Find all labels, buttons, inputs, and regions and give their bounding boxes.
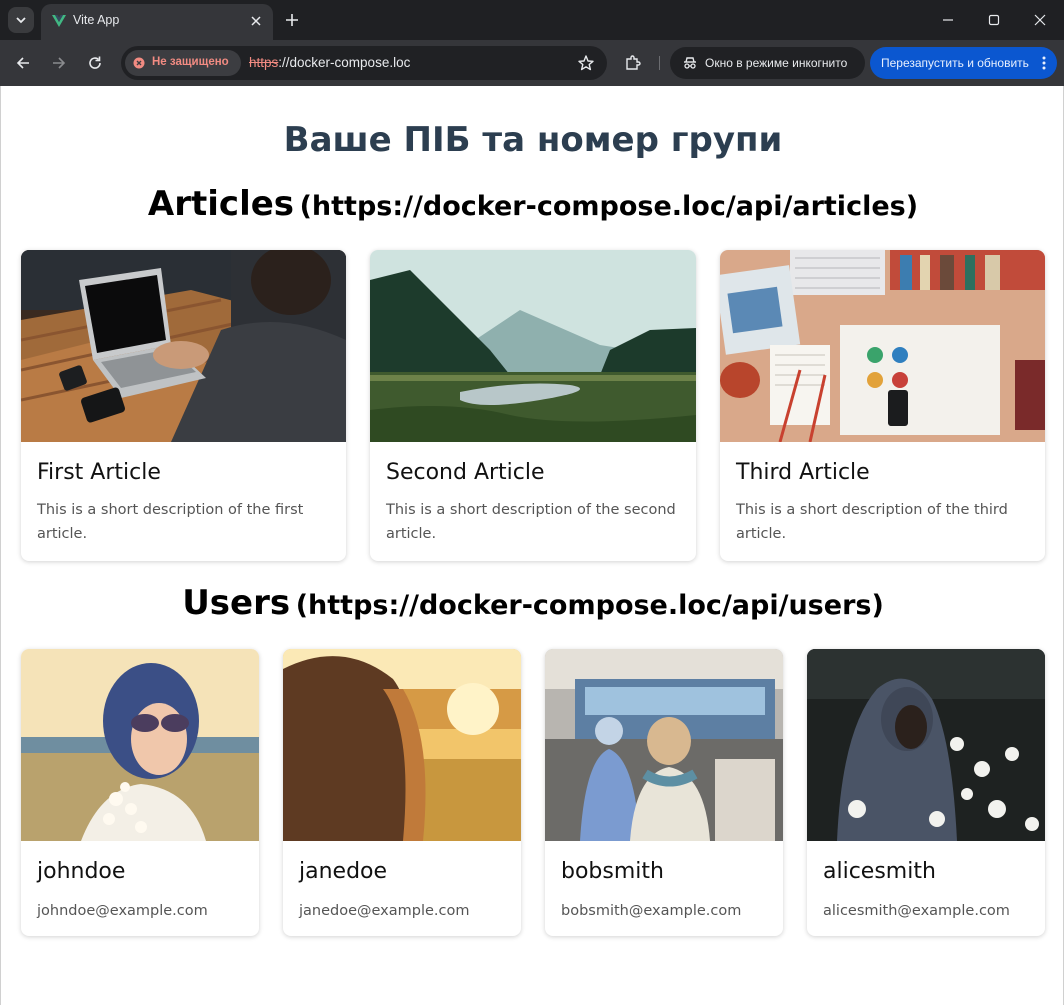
new-tab-plus-icon[interactable] (284, 12, 300, 28)
article-title: Second Article (386, 460, 545, 485)
page-viewport: Ваше ПІБ та номер групи Articles (https:… (0, 86, 1064, 1005)
maximize-icon[interactable] (986, 12, 1002, 28)
user-username: bobsmith (561, 859, 664, 884)
articles-section-heading: Articles (https://docker-compose.loc/api… (1, 184, 1064, 224)
url-text[interactable]: https://docker-compose.loc (249, 55, 410, 70)
article-image-desk (720, 250, 1045, 442)
relaunch-label: Перезапустить и обновить (881, 56, 1029, 70)
tab-search-button[interactable] (8, 7, 34, 33)
user-username: johndoe (37, 859, 126, 884)
user-avatar-bobsmith (545, 649, 783, 841)
extensions-puzzle-icon[interactable] (624, 54, 642, 72)
users-endpoint: (https://docker-compose.loc/api/users) (295, 590, 884, 621)
security-label: Не защищено (152, 56, 229, 68)
user-card[interactable]: johndoe johndoe@example.com (21, 649, 259, 936)
relaunch-update-button[interactable]: Перезапустить и обновить (870, 47, 1057, 79)
not-secure-icon (133, 57, 145, 69)
article-description: This is a short description of the third… (736, 502, 1008, 542)
forward-arrow-icon[interactable] (50, 54, 68, 72)
user-avatar-janedoe (283, 649, 521, 841)
active-tab[interactable]: Vite App (41, 4, 273, 40)
browser-toolbar: Не защищено https://docker-compose.loc О… (0, 40, 1064, 86)
user-username: alicesmith (823, 859, 936, 884)
close-tab-icon[interactable] (249, 14, 263, 28)
article-card[interactable]: Second Article This is a short descripti… (370, 250, 696, 561)
user-email: alicesmith@example.com (823, 903, 1010, 919)
back-arrow-icon[interactable] (14, 54, 32, 72)
articles-heading: Articles (147, 184, 295, 224)
incognito-indicator[interactable]: Окно в режиме инкогнито (670, 47, 865, 79)
user-avatar-johndoe (21, 649, 259, 841)
more-menu-icon[interactable] (1041, 55, 1047, 71)
incognito-icon (684, 57, 696, 69)
minimize-icon[interactable] (940, 12, 956, 28)
article-card[interactable]: First Article This is a short descriptio… (21, 250, 346, 561)
incognito-label: Окно в режиме инкогнито (705, 56, 848, 70)
articles-endpoint: (https://docker-compose.loc/api/articles… (299, 191, 919, 222)
tab-strip: Vite App (0, 0, 1064, 40)
security-chip[interactable]: Не защищено (125, 50, 241, 76)
user-email: bobsmith@example.com (561, 903, 742, 919)
users-heading: Users (182, 583, 291, 623)
users-section-heading: Users (https://docker-compose.loc/api/us… (1, 583, 1064, 623)
chevron-down-icon (16, 17, 26, 24)
user-avatar-alicesmith (807, 649, 1045, 841)
user-email: janedoe@example.com (299, 903, 470, 919)
article-title: Third Article (736, 460, 870, 485)
article-card[interactable]: Third Article This is a short descriptio… (720, 250, 1045, 561)
article-image-laptop (21, 250, 346, 442)
article-title: First Article (37, 460, 161, 485)
article-description: This is a short description of the secon… (386, 502, 676, 542)
close-window-icon[interactable] (1032, 12, 1048, 28)
url-scheme: https (249, 55, 279, 70)
url-host: ://docker-compose.loc (278, 55, 411, 70)
user-card[interactable]: bobsmith bobsmith@example.com (545, 649, 783, 936)
user-username: janedoe (299, 859, 388, 884)
tab-title: Vite App (73, 13, 120, 27)
user-card[interactable]: janedoe janedoe@example.com (283, 649, 521, 936)
vite-logo-icon (52, 15, 66, 27)
user-email: johndoe@example.com (37, 903, 208, 919)
page-title: Ваше ПІБ та номер групи (283, 120, 783, 160)
address-bar[interactable]: Не защищено https://docker-compose.loc (121, 46, 607, 80)
reload-icon[interactable] (86, 54, 104, 72)
bookmark-star-icon[interactable] (577, 54, 595, 72)
user-card[interactable]: alicesmith alicesmith@example.com (807, 649, 1045, 936)
article-image-river (370, 250, 696, 442)
article-description: This is a short description of the first… (37, 502, 304, 542)
toolbar-divider (659, 56, 660, 70)
